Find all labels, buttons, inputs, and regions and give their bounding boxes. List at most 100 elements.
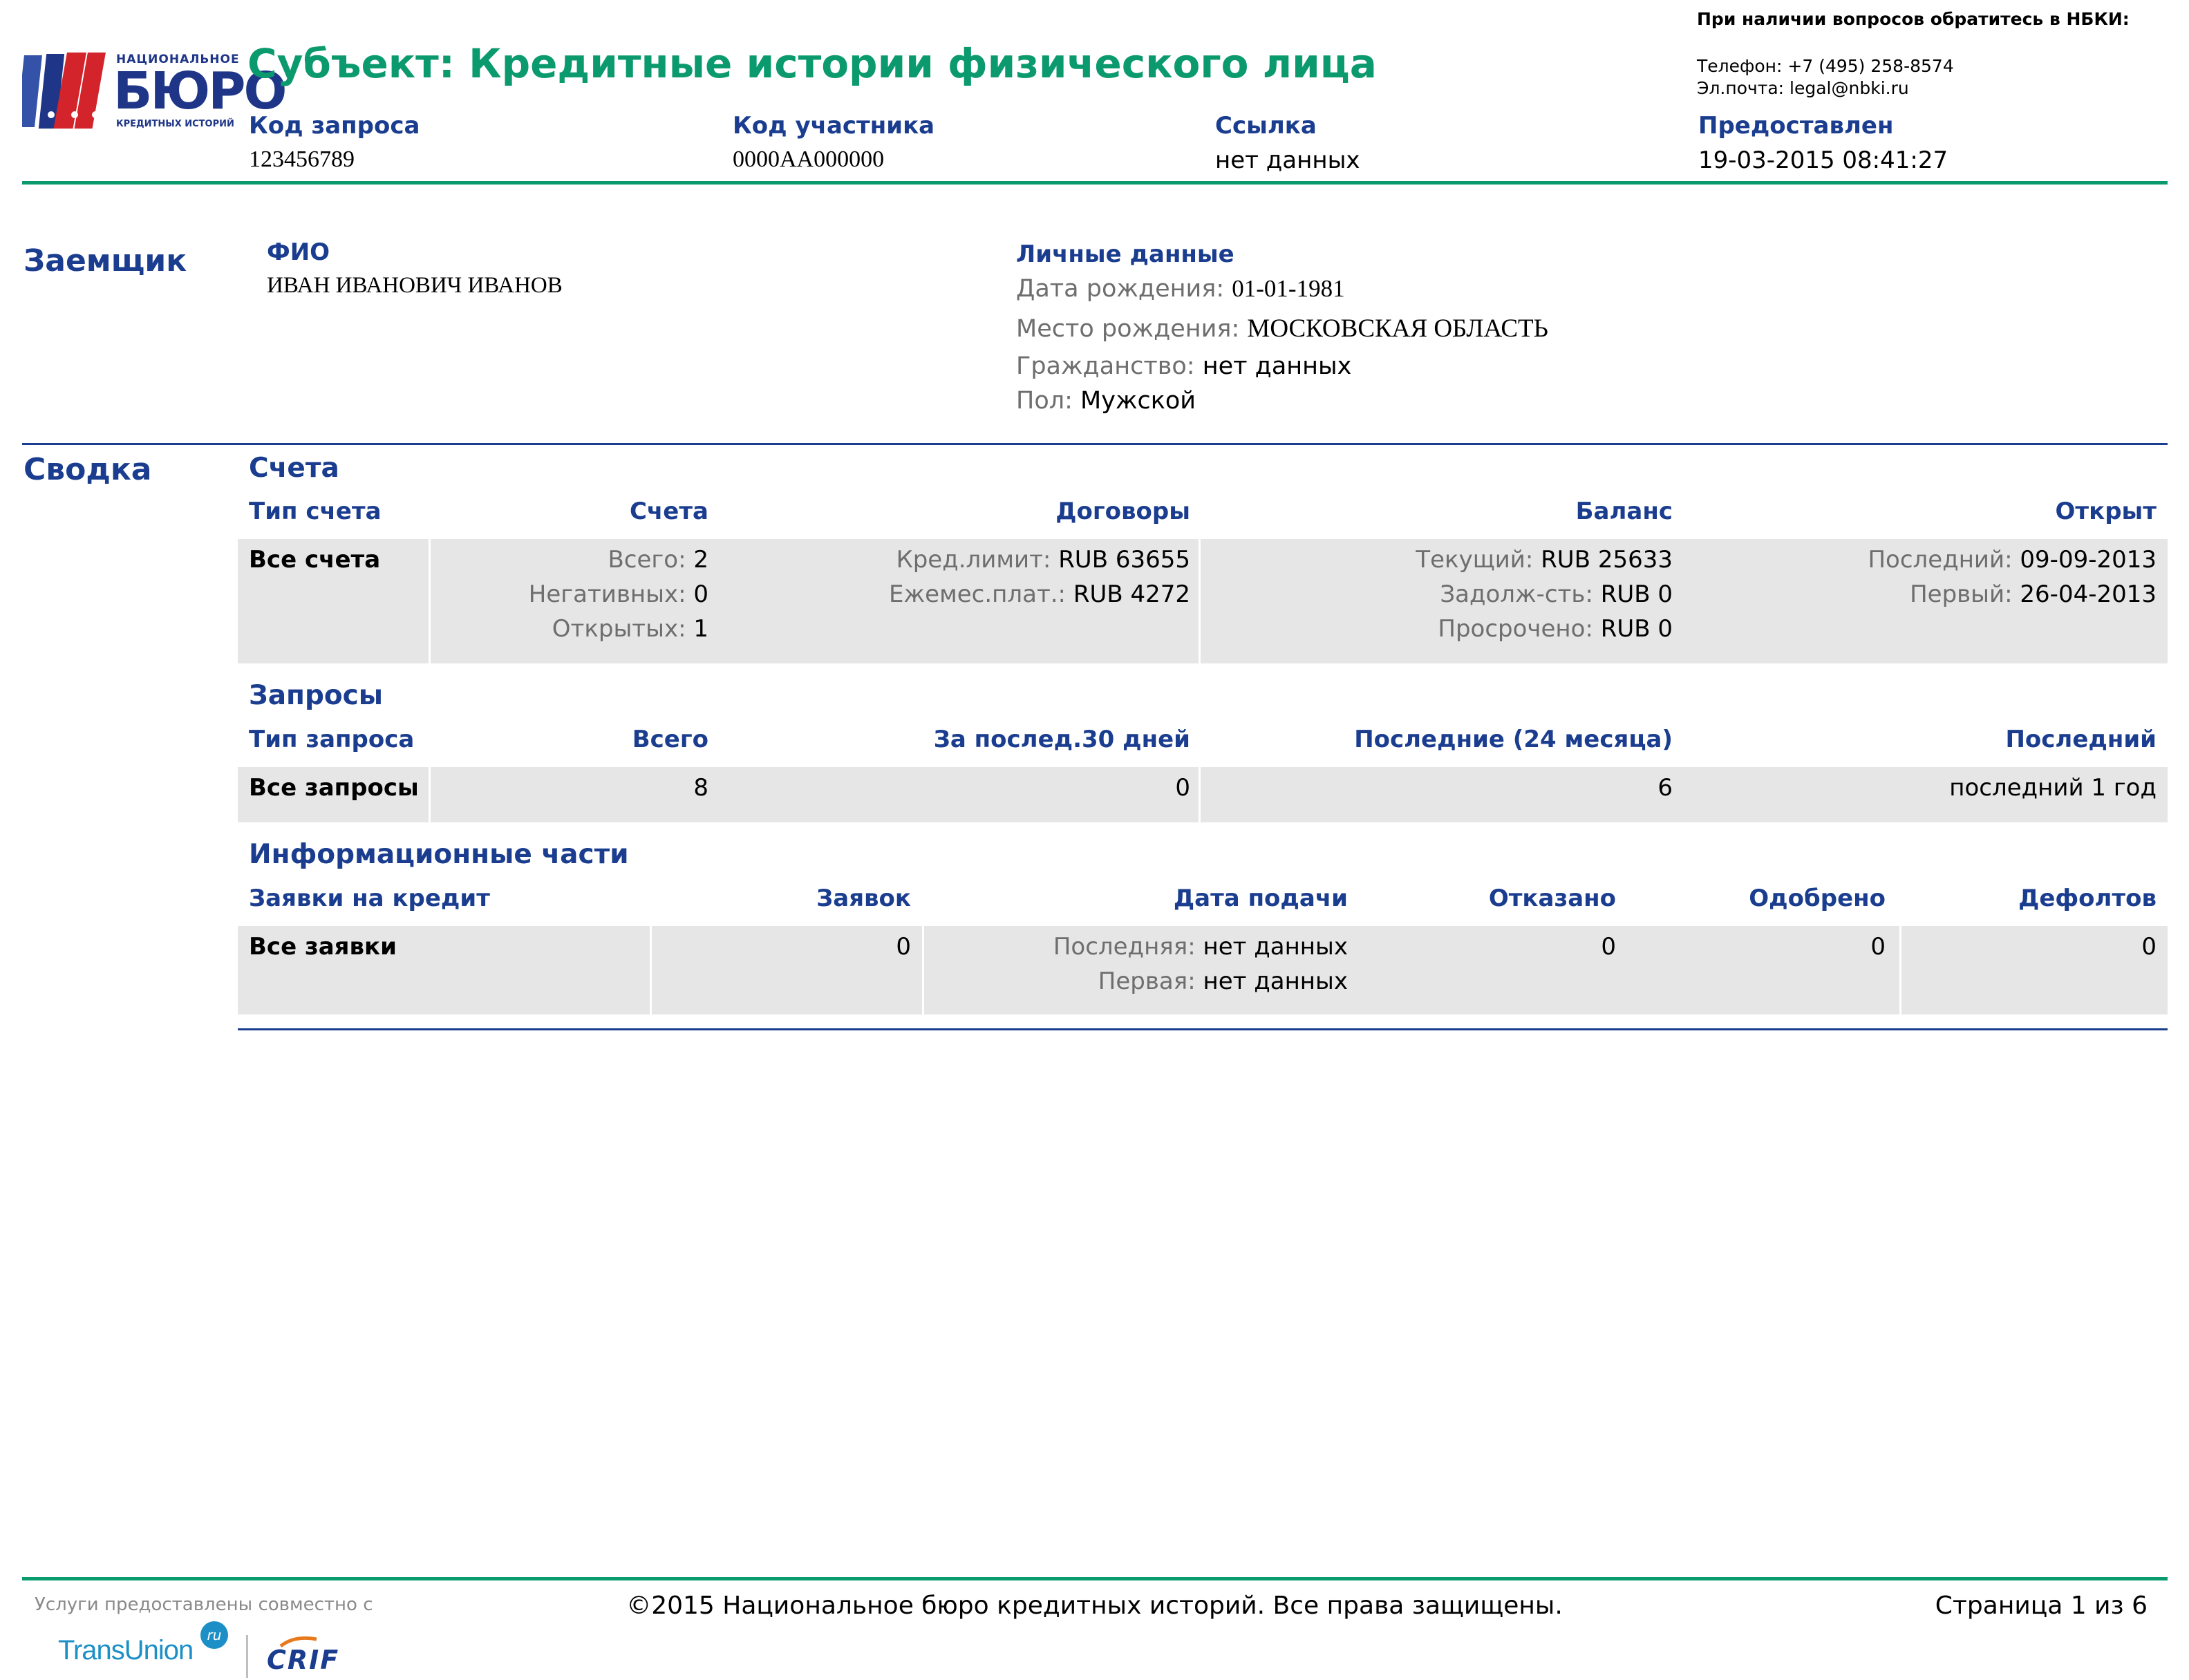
birth-place-value: МОСКОВСКАЯ ОБЛАСТЬ bbox=[1247, 314, 1548, 343]
accounts-title: Счета bbox=[249, 453, 339, 484]
last-opened-line: Последний: 09-09-2013 bbox=[1687, 542, 2157, 577]
request-code-label: Код запроса bbox=[249, 112, 420, 140]
crif-text: CRIF bbox=[267, 1645, 340, 1675]
last-opened-label: Последний: bbox=[1868, 546, 2013, 574]
monthly-payment-value: RUB 4272 bbox=[1073, 581, 1190, 608]
borrower-divider bbox=[22, 443, 2168, 445]
inquiries-total: 8 bbox=[693, 774, 708, 802]
birth-date-label: Дата рождения: bbox=[1016, 275, 1225, 303]
accounts-col-accounts: Счета bbox=[629, 498, 708, 525]
contact-phone: Телефон: +7 (495) 258-8574 bbox=[1697, 56, 1954, 76]
contact-email[interactable]: Эл.почта: legal@nbki.ru bbox=[1697, 77, 2130, 100]
contact-block: При наличии вопросов обратитесь в НБКИ: … bbox=[1697, 8, 2130, 100]
inquiries-30days: 0 bbox=[1175, 774, 1190, 802]
accounts-col-balance: Баланс bbox=[1575, 498, 1673, 525]
info-row-label: Все заявки bbox=[249, 933, 397, 961]
transunion-badge: ru bbox=[200, 1621, 228, 1649]
info-parts-title: Информационные части bbox=[249, 839, 629, 870]
overdue-line: Просрочено: RUB 0 bbox=[1203, 612, 1673, 646]
citizenship-row: Гражданство: нет данных bbox=[1016, 352, 1351, 380]
nbki-logo: НАЦИОНАЛЬНОЕ БЮРО КРЕДИТНЫХ ИСТОРИЙ bbox=[17, 48, 287, 133]
first-opened-line: Первый: 26-04-2013 bbox=[1687, 577, 2157, 612]
inquiries-col-24months: Последние (24 месяца) bbox=[1354, 726, 1673, 753]
gender-row: Пол: Мужской bbox=[1016, 387, 1196, 415]
credit-limit-value: RUB 63655 bbox=[1058, 546, 1190, 574]
accounts-row-label: Все счета bbox=[249, 546, 381, 574]
fio-label: ФИО bbox=[267, 238, 330, 266]
birth-date-value: 01-01-1981 bbox=[1232, 275, 1345, 302]
transunion-text: TransUnion bbox=[58, 1635, 194, 1665]
info-rejected-value: 0 bbox=[1601, 933, 1616, 961]
inquiries-24months: 6 bbox=[1657, 774, 1673, 802]
citizenship-label: Гражданство: bbox=[1016, 352, 1195, 380]
request-code-value: 123456789 bbox=[249, 147, 355, 172]
logo-text-bottom: КРЕДИТНЫХ ИСТОРИЙ bbox=[116, 119, 234, 129]
reference-value: нет данных bbox=[1215, 147, 1360, 174]
provided-value: 19-03-2015 08:41:27 bbox=[1698, 147, 1948, 174]
footer-divider bbox=[22, 1577, 2168, 1580]
info-approved-value: 0 bbox=[1870, 933, 1886, 961]
copyright: ©2015 Национальное бюро кредитных истори… bbox=[626, 1592, 1563, 1620]
accounts-open-value: 1 bbox=[693, 615, 708, 643]
info-col-date: Дата подачи bbox=[1173, 885, 1348, 912]
info-col-rejected: Отказано bbox=[1488, 885, 1616, 912]
credit-limit-label: Кред.лимит: bbox=[896, 546, 1051, 574]
accounts-open-label: Открытых: bbox=[552, 615, 686, 643]
first-application-value: нет данных bbox=[1203, 968, 1348, 995]
gender-value: Мужской bbox=[1080, 387, 1196, 415]
gender-label: Пол: bbox=[1016, 387, 1073, 415]
member-code-label: Код участника bbox=[733, 112, 935, 140]
debt-line: Задолж-сть: RUB 0 bbox=[1203, 577, 1673, 612]
partner-separator bbox=[246, 1635, 248, 1678]
info-col-approved: Одобрено bbox=[1749, 885, 1886, 912]
first-application-line: Первая: нет данных bbox=[926, 964, 1348, 999]
inquiries-col-type: Тип запроса bbox=[249, 726, 415, 753]
accounts-col-type: Тип счета bbox=[249, 498, 382, 525]
citizenship-value: нет данных bbox=[1202, 352, 1352, 380]
birth-place-label: Место рождения: bbox=[1016, 315, 1240, 343]
personal-data-label: Личные данные bbox=[1016, 240, 1234, 268]
debt-label: Задолж-сть: bbox=[1440, 581, 1593, 608]
info-dates-cell: Последняя: нет данных Первая: нет данных bbox=[926, 929, 1348, 999]
current-balance-value: RUB 25633 bbox=[1541, 546, 1673, 574]
accounts-negative-value: 0 bbox=[693, 581, 708, 608]
balance-cell: Текущий: RUB 25633 Задолж-сть: RUB 0 Про… bbox=[1203, 542, 1673, 646]
current-balance-line: Текущий: RUB 25633 bbox=[1203, 542, 1673, 577]
contact-heading: При наличии вопросов обратитесь в НБКИ: bbox=[1697, 9, 2130, 29]
accounts-total: Всего: 2 Негативных: 0 Открытых: 1 bbox=[429, 542, 708, 646]
inquiries-col-last: Последний bbox=[2005, 726, 2157, 753]
last-application-value: нет данных bbox=[1203, 933, 1348, 961]
current-balance-label: Текущий: bbox=[1416, 546, 1534, 574]
summary-divider bbox=[238, 1028, 2168, 1030]
header-divider bbox=[22, 181, 2168, 185]
overdue-value: RUB 0 bbox=[1600, 615, 1673, 643]
inquiries-col-total: Всего bbox=[632, 726, 708, 753]
overdue-label: Просрочено: bbox=[1438, 615, 1593, 643]
birth-date-row: Дата рождения: 01-01-1981 bbox=[1016, 275, 1345, 303]
accounts-negative-label: Негативных: bbox=[528, 581, 686, 608]
inquiries-last: последний 1 год bbox=[1949, 774, 2157, 802]
last-application-line: Последняя: нет данных bbox=[926, 929, 1348, 964]
summary-section-title: Сводка bbox=[24, 452, 152, 487]
accounts-col-contracts: Договоры bbox=[1055, 498, 1190, 525]
page-number: Страница 1 из 6 bbox=[1935, 1592, 2148, 1620]
accounts-total-line: Всего: 2 bbox=[429, 542, 708, 577]
fio-value: ИВАН ИВАНОВИЧ ИВАНОВ bbox=[267, 273, 563, 298]
monthly-payment-label: Ежемес.плат.: bbox=[889, 581, 1067, 608]
accounts-total-value: 2 bbox=[693, 546, 708, 574]
reference-label: Ссылка bbox=[1215, 112, 1317, 140]
contracts-cell: Кред.лимит: RUB 63655 Ежемес.плат.: RUB … bbox=[719, 542, 1190, 612]
accounts-open-line: Открытых: 1 bbox=[429, 612, 708, 646]
last-opened-value: 09-09-2013 bbox=[2020, 546, 2157, 574]
birth-place-row: Место рождения: МОСКОВСКАЯ ОБЛАСТЬ bbox=[1016, 314, 1548, 343]
inquiries-row-label: Все запросы bbox=[249, 774, 419, 802]
borrower-section-title: Заемщик bbox=[24, 243, 187, 279]
accounts-negative-line: Негативных: 0 bbox=[429, 577, 708, 612]
info-col-defaults: Дефолтов bbox=[2018, 885, 2157, 912]
info-applications-value: 0 bbox=[896, 933, 911, 961]
crif-logo: CRIF bbox=[267, 1635, 364, 1677]
last-application-label: Последняя: bbox=[1053, 933, 1196, 961]
first-application-label: Первая: bbox=[1098, 968, 1196, 995]
transunion-logo: TransUnion ru bbox=[58, 1621, 238, 1670]
member-code-value: 0000AA000000 bbox=[733, 147, 885, 172]
